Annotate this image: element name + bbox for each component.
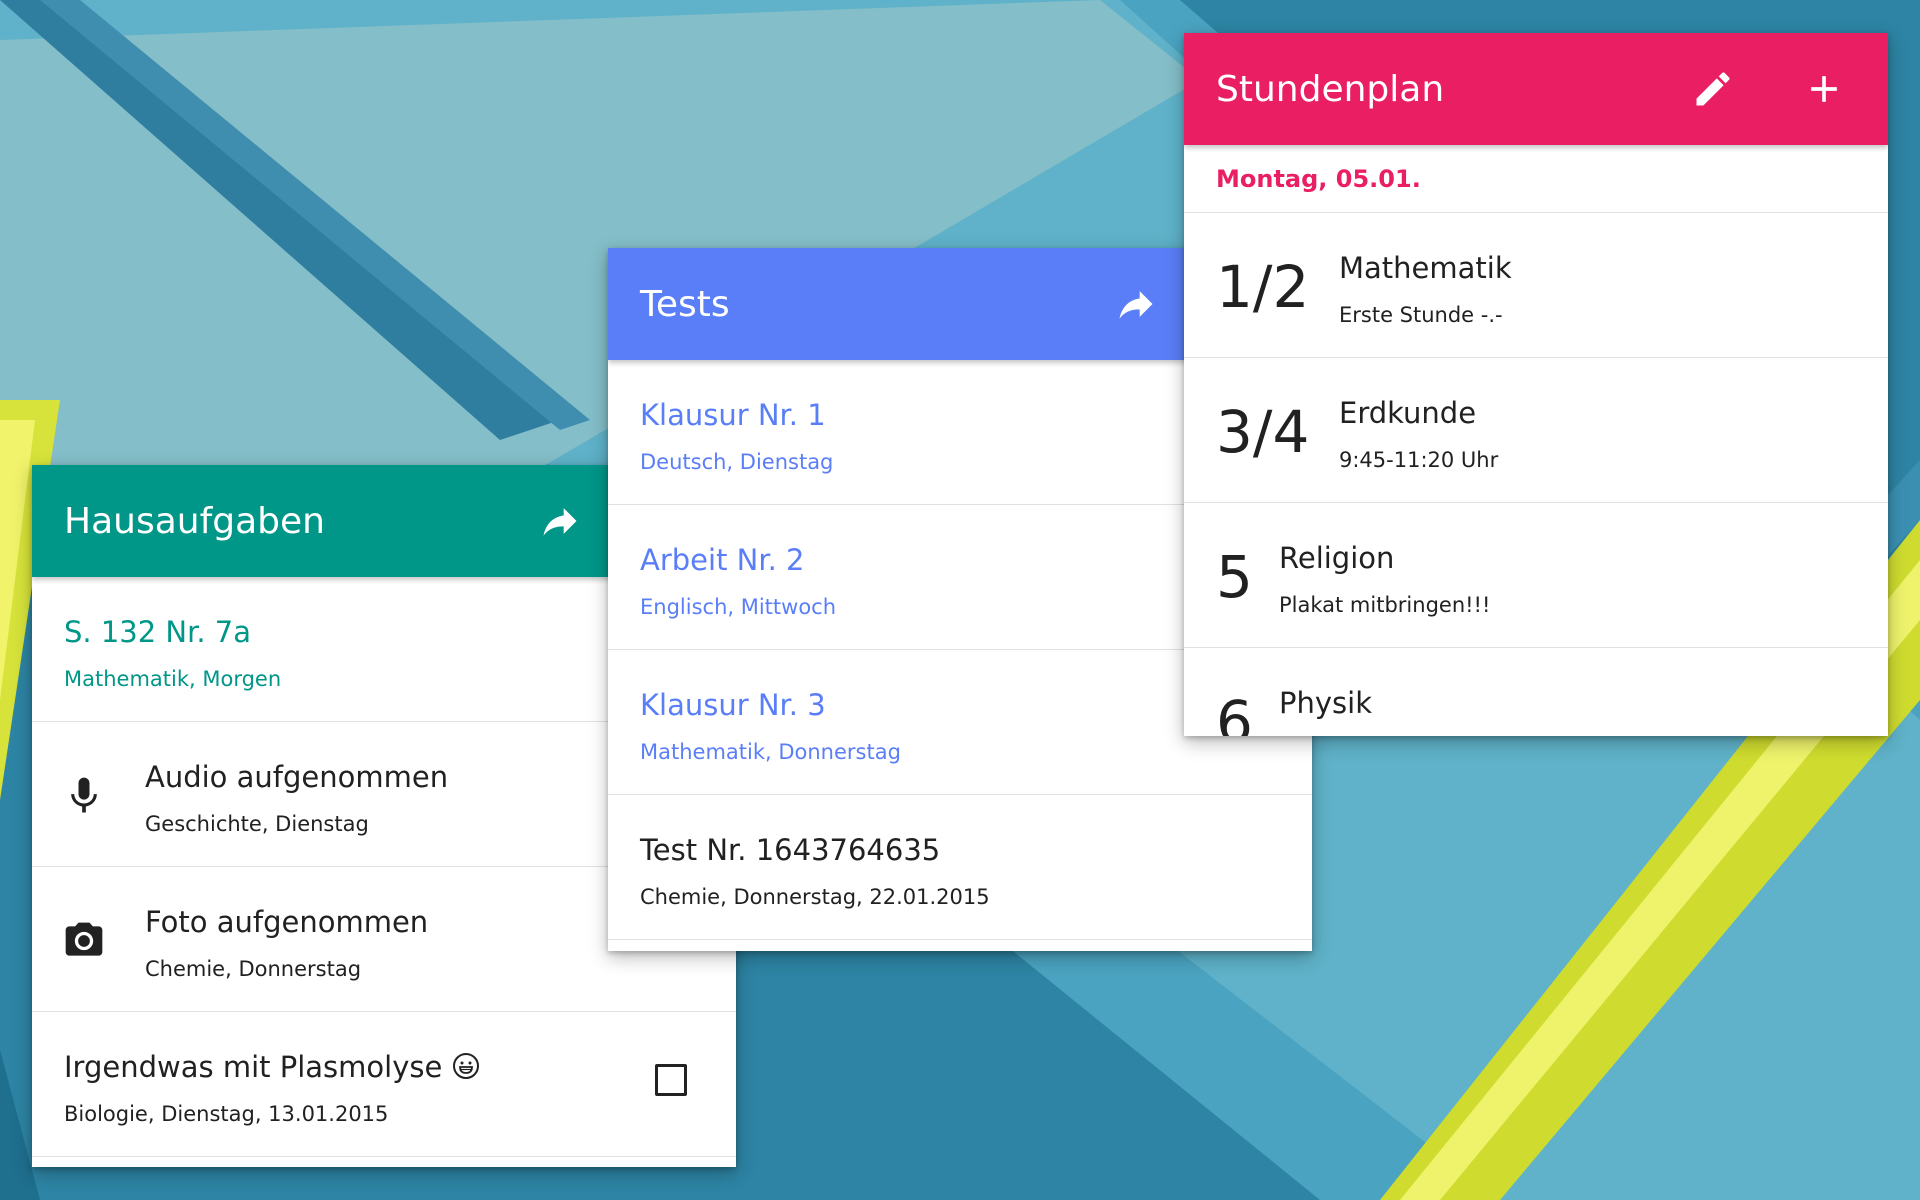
lesson-row[interactable]: 3/4 Erdkunde 9:45-11:20 Uhr [1184,358,1888,503]
lesson-period: 6 [1216,688,1253,736]
homework-item-title: S. 132 Nr. 7a [64,615,252,649]
lesson-subject: Mathematik [1339,251,1512,285]
schedule-title: Stundenplan [1216,68,1445,110]
homework-item-title: Audio aufgenommen [145,760,449,794]
lesson-period: 5 [1216,543,1253,611]
lesson-period: 3/4 [1216,398,1310,466]
test-item-subtitle: Englisch, Mittwoch [640,595,837,619]
lesson-row[interactable]: 5 Religion Plakat mitbringen!!! [1184,503,1888,648]
pencil-icon[interactable] [1687,63,1739,115]
grinning-face-icon [452,1052,480,1080]
homework-item-subtitle: Geschichte, Dienstag [145,812,369,836]
test-item-title: Klausur Nr. 1 [640,398,826,432]
schedule-date-header: Montag, 05.01. [1184,145,1888,213]
test-item-subtitle: Chemie, Donnerstag, 22.01.2015 [640,885,990,909]
test-item[interactable]: Test Nr. 1643764635 Chemie, Donnerstag, … [608,795,1312,940]
lesson-row[interactable]: 1/2 Mathematik Erste Stunde -.- [1184,213,1888,358]
test-item-subtitle: Deutsch, Dienstag [640,450,834,474]
tests-title: Tests [640,283,730,325]
homework-item-subtitle: Mathematik, Morgen [64,667,282,691]
test-item-title: Test Nr. 1643764635 [640,833,941,867]
lesson-row[interactable]: 6 Physik [1184,648,1888,736]
plus-icon[interactable] [1798,63,1850,115]
lesson-note: 9:45-11:20 Uhr [1339,448,1499,472]
lesson-subject: Religion [1279,541,1395,575]
test-item-title: Klausur Nr. 3 [640,688,826,722]
schedule-card: Stundenplan Montag, 05.01. 1/2 Mathemati… [1184,33,1888,736]
microphone-icon [62,774,106,818]
homework-item-title-wrap: Irgendwas mit Plasmolyse [64,1050,480,1084]
test-item-title: Arbeit Nr. 2 [640,543,805,577]
lesson-note: Erste Stunde -.- [1339,303,1503,327]
schedule-date: Montag, 05.01. [1216,165,1421,193]
camera-icon [62,919,106,963]
schedule-header: Stundenplan [1184,33,1888,145]
lesson-note: Plakat mitbringen!!! [1279,593,1491,617]
lesson-subject: Physik [1279,686,1372,720]
share-icon[interactable] [1110,278,1162,330]
homework-title: Hausaufgaben [64,500,325,542]
lesson-subject: Erdkunde [1339,396,1477,430]
homework-item-title: Irgendwas mit Plasmolyse [64,1050,443,1084]
homework-item-subtitle: Biologie, Dienstag, 13.01.2015 [64,1102,389,1126]
homework-item[interactable]: Irgendwas mit Plasmolyse Biologie, Diens… [32,1012,736,1157]
test-item-subtitle: Mathematik, Donnerstag [640,740,901,764]
homework-item-title: Foto aufgenommen [145,905,429,939]
lesson-period: 1/2 [1216,253,1310,321]
share-icon[interactable] [534,495,586,547]
homework-item-subtitle: Chemie, Donnerstag [145,957,362,981]
done-checkbox[interactable] [655,1064,687,1096]
